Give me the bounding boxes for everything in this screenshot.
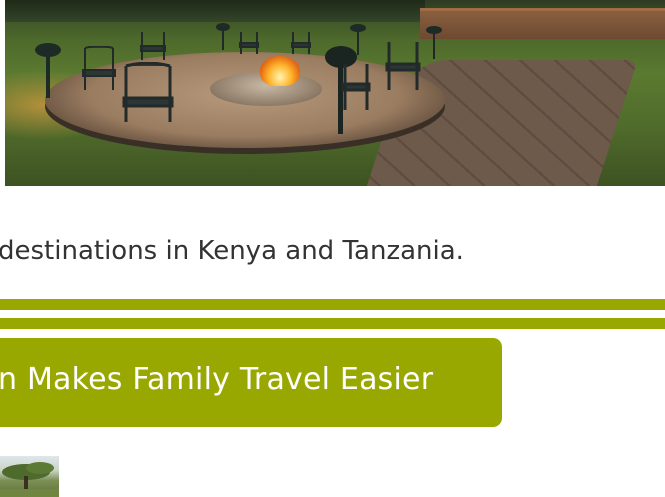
divider-line-top [0, 299, 665, 310]
lantern-icon [35, 43, 61, 98]
chair-icon [140, 32, 166, 60]
hero-image [5, 0, 665, 186]
chair-icon [385, 42, 421, 90]
chair-icon [122, 62, 174, 122]
chair-icon [341, 64, 371, 110]
chair-icon [239, 32, 259, 54]
intro-text: destinations in Kenya and Tanzania. [0, 236, 464, 266]
acacia-tree-icon [0, 462, 59, 497]
lantern-icon [350, 24, 366, 55]
hero-lodge-wall [420, 8, 665, 39]
section-title: n Makes Family Travel Easier [0, 362, 434, 397]
lantern-icon [216, 23, 230, 50]
divider-line-bottom [0, 318, 665, 329]
lantern-icon [426, 26, 442, 59]
hero-treeline [5, 0, 425, 22]
chair-icon [291, 32, 311, 54]
chair-icon [82, 46, 116, 90]
section-banner: n Makes Family Travel Easier [0, 338, 502, 427]
thumbnail-image[interactable] [0, 456, 59, 497]
hero-fire [260, 56, 300, 86]
